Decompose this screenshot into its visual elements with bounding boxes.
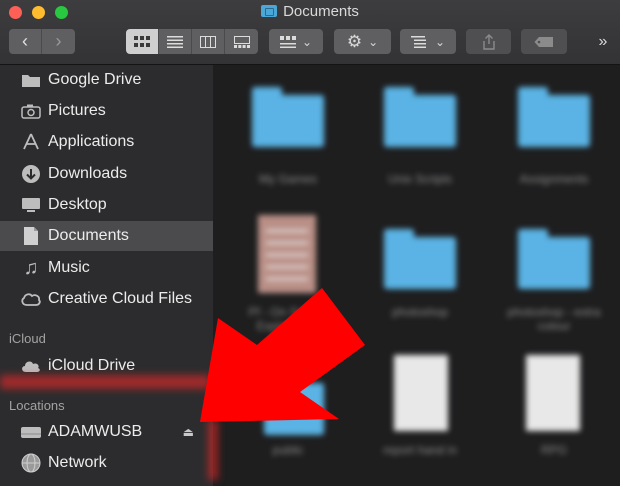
red-arrow-annotation xyxy=(200,288,365,422)
red-arrow-icon xyxy=(200,288,365,422)
finder-window: Documents ‹ › ⌄ ⚙ ⌄ ⌄ » Google Drive Pic… xyxy=(0,0,620,486)
